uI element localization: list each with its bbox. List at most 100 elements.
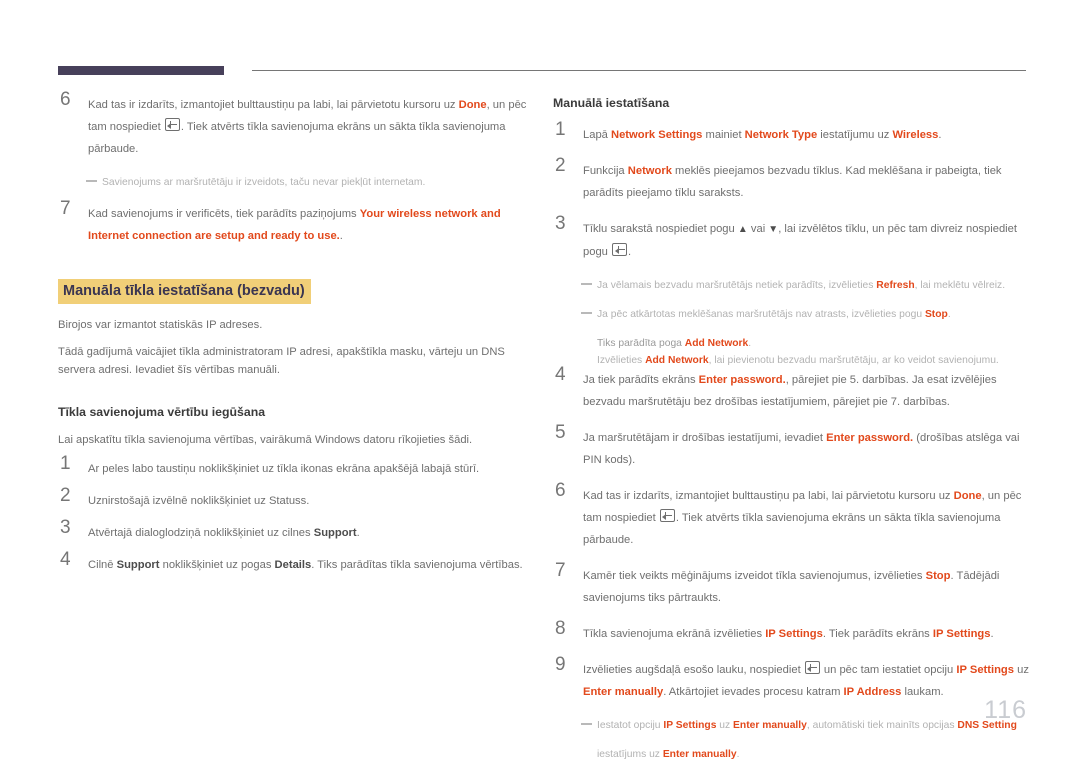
numbered-step: 3 Atvērtajā dialoglodziņā noklikšķiniet u… — [58, 517, 538, 544]
numbered-step: 2 Uznirstošajā izvēlnē noklikšķiniet uz S… — [58, 485, 538, 512]
step-number: 5 — [555, 422, 566, 443]
step-number: 3 — [555, 213, 566, 234]
text-run: Cilnē — [88, 559, 117, 571]
page-number: 116 — [984, 696, 1027, 724]
text-run: mainiet — [702, 129, 745, 141]
accent-term: Network Type — [744, 129, 818, 141]
note-block: Ja vēlamais bezvadu maršrutētājs netiek … — [553, 277, 1031, 294]
text-run: iestatījums uz — [597, 749, 663, 760]
text-run: Kad savienojums ir verificēts, tiek parā… — [88, 208, 360, 220]
text-run: Ja tiek parādīts ekrāns — [583, 374, 699, 386]
header-thin-line — [252, 70, 1026, 71]
text-run: Iestatot opciju — [597, 720, 664, 731]
numbered-step: 3 Tīklu sarakstā nospiediet pogu ▲ vai ▼,… — [553, 213, 1031, 263]
numbered-step: 8 Tīkla savienojuma ekrānā izvēlieties IP… — [553, 618, 1031, 645]
left-intro-text: Lai apskatītu tīkla savienojuma vērtības… — [58, 434, 473, 446]
step-number: 7 — [60, 198, 71, 219]
text-run: , automātiski tiek mainīts opcijas — [806, 720, 958, 731]
note-block: Savienojums ar maršrutētāju ir izveidots… — [58, 174, 538, 191]
accent-term: IP Settings — [932, 628, 991, 640]
text-run: . — [356, 527, 360, 539]
text-run: Funkcija — [583, 165, 628, 177]
note-continuation: Tiks parādīta poga Add Network. — [553, 335, 1031, 352]
text-run: uz — [716, 720, 734, 731]
step-text: Lapā Network Settings mainiet Network Ty… — [583, 129, 941, 141]
text-run: . Tiek parādīts ekrāns — [822, 628, 933, 640]
numbered-step: 2 Funkcija Network meklēs pieejamos bezva… — [553, 155, 1031, 204]
left-note-after-6: Savienojums ar maršrutētāju ir izveidots… — [58, 174, 538, 191]
numbered-step: 7 Kad savienojums ir verificēts, tiek par… — [58, 198, 538, 247]
text-run: uz — [1013, 664, 1029, 676]
accent-term: Enter manually — [662, 749, 737, 760]
text-run: . — [990, 628, 994, 640]
arrow-glyph-icon: ▲ — [737, 224, 748, 235]
text-run: Ja maršrutētājam ir drošības iestatījumi… — [583, 432, 827, 444]
step-number: 9 — [555, 654, 566, 675]
numbered-step: 5 Ja maršrutētājam ir drošības iestatījum… — [553, 422, 1031, 471]
step-number: 6 — [60, 89, 71, 110]
text-run: Kad tas ir izdarīts, izmantojiet bulttau… — [583, 490, 954, 502]
step-number: 4 — [555, 364, 566, 385]
accent-term: IP Settings — [765, 628, 823, 640]
text-run: . — [628, 246, 632, 258]
step-text: Tīkla savienojuma ekrānā izvēlieties IP … — [583, 628, 994, 640]
step-number: 3 — [60, 517, 71, 538]
right-steps-list2: 4 Ja tiek parādīts ekrāns Enter password.… — [553, 364, 1031, 703]
accent-term: Stop — [924, 309, 948, 320]
accent-term: Enter manually — [583, 686, 664, 698]
accent-term: IP Address — [843, 686, 902, 698]
step-text: Kad tas ir izdarīts, izmantojiet bulttau… — [583, 490, 1021, 546]
text-run: Lapā — [583, 129, 611, 141]
accent-term: Stop — [925, 570, 951, 582]
numbered-step: 4 Ja tiek parādīts ekrāns Enter password.… — [553, 364, 1031, 413]
step-text: Kamēr tiek veikts mēģinājums izveidot tī… — [583, 570, 999, 604]
numbered-step: 1 Ar peles labo taustiņu noklikšķiniet uz… — [58, 453, 538, 480]
text-run: Tīkla savienojuma ekrānā izvēlieties — [583, 628, 766, 640]
note-continuation: iestatījums uz Enter manually. — [553, 746, 1031, 763]
text-run: , lai meklētu vēlreiz. — [914, 280, 1006, 291]
enter-key-icon — [659, 509, 675, 522]
left-steps-list: 1 Ar peles labo taustiņu noklikšķiniet uz… — [58, 453, 538, 576]
right-column: Manuālā iestatīšana 1 Lapā Network Settin… — [553, 94, 1031, 763]
numbered-step: 6 Kad tas ir izdarīts, izmantojiet bultta… — [58, 89, 538, 160]
text-run: un pēc tam iestatiet opciju — [820, 664, 957, 676]
text-run: . — [736, 749, 740, 760]
step-text: Funkcija Network meklēs pieejamos bezvad… — [583, 165, 1002, 199]
bold-term: Support — [116, 559, 160, 571]
step-number: 4 — [60, 549, 71, 570]
step-text: Kad tas ir izdarīts, izmantojiet bulttau… — [88, 99, 526, 155]
text-run: Ja pēc atkārtotas meklēšanas maršrutētāj… — [597, 309, 925, 320]
accent-term: Wireless — [892, 129, 939, 141]
note-block: Ja pēc atkārtotas meklēšanas maršrutētāj… — [553, 306, 1031, 323]
note-text: Tiks parādīta poga — [597, 338, 685, 349]
arrow-glyph-icon: ▼ — [768, 224, 779, 235]
text-run: . Tiks parādītas tīkla savienojuma vērtī… — [311, 559, 523, 571]
enter-key-icon — [612, 243, 627, 256]
enter-key-icon — [164, 118, 180, 131]
accent-term: Enter password. — [698, 374, 786, 386]
note-block: Iestatot opciju IP Settings uz Enter man… — [553, 717, 1031, 734]
text-run: vai — [747, 223, 769, 235]
text-run: Ar peles labo taustiņu noklikšķiniet uz … — [88, 463, 480, 475]
right-sub-title: Manuālā iestatīšana — [553, 96, 670, 110]
accent-term: IP Settings — [663, 720, 717, 731]
accent-term: Network — [627, 165, 672, 177]
step-text: Atvērtajā dialoglodziņā noklikšķiniet uz… — [88, 527, 360, 539]
bold-term: Support — [313, 527, 357, 539]
numbered-step: 6 Kad tas ir izdarīts, izmantojiet bultta… — [553, 480, 1031, 551]
left-steps-top2: 7 Kad savienojums ir verificēts, tiek par… — [58, 198, 538, 247]
step-number: 2 — [555, 155, 566, 176]
bold-term: Details — [274, 559, 312, 571]
numbered-step: 9 Izvēlieties augšdaļā esošo lauku, nospi… — [553, 654, 1031, 703]
accent-term: Done — [458, 99, 487, 111]
text-run: . — [339, 230, 343, 242]
text-run: Atvērtajā dialoglodziņā noklikšķiniet uz… — [88, 527, 314, 539]
step-number: 1 — [555, 119, 566, 140]
step-text: Kad savienojums ir verificēts, tiek parā… — [88, 208, 501, 242]
page-header-rule — [0, 66, 1080, 80]
step-text: Ja maršrutētājam ir drošības iestatījumi… — [583, 432, 1020, 466]
right-notes-after-3: Ja vēlamais bezvadu maršrutētājs netiek … — [553, 277, 1031, 369]
accent-term: IP Settings — [956, 664, 1014, 676]
step-text: Tīklu sarakstā nospiediet pogu ▲ vai ▼, … — [583, 223, 1017, 258]
accent-term: Refresh — [876, 280, 915, 291]
